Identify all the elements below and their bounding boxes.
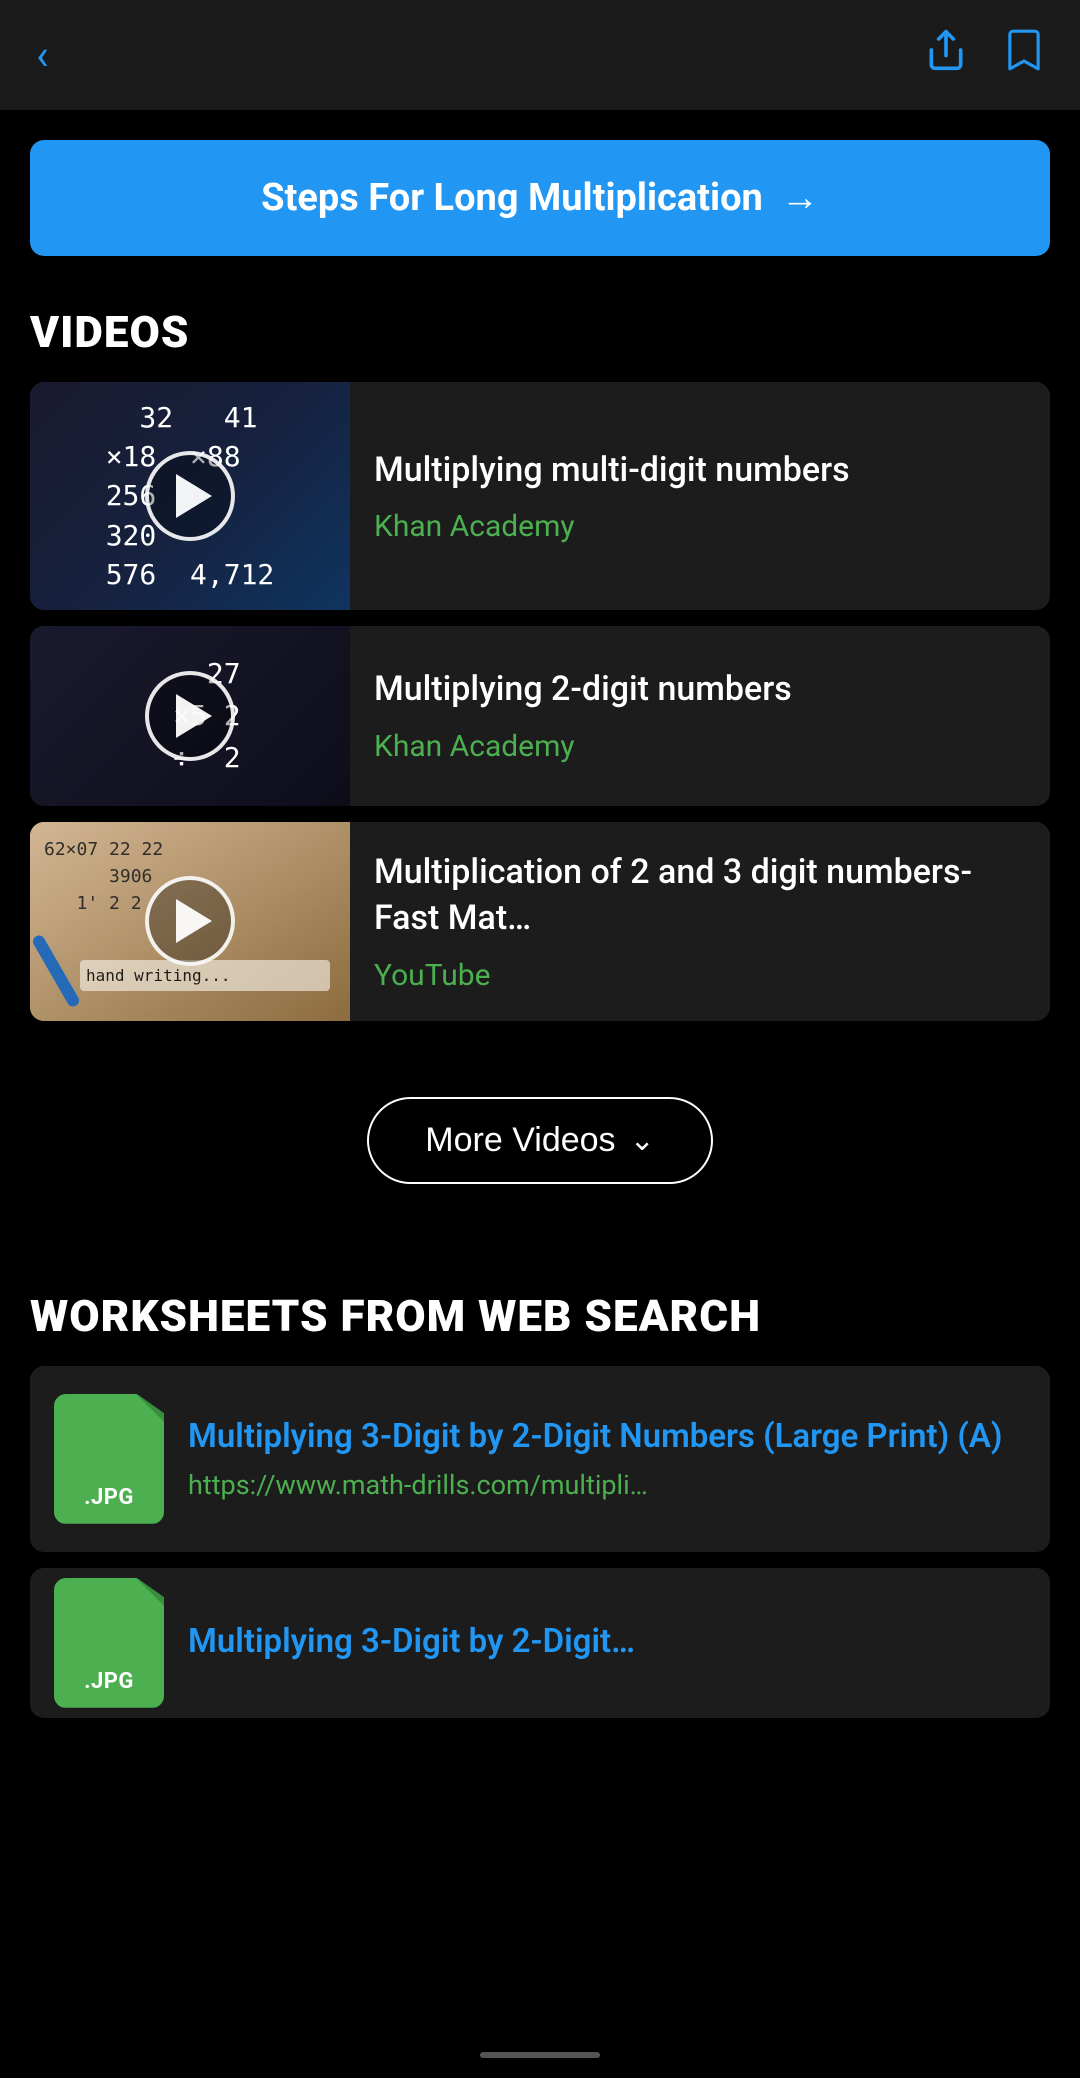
more-videos-label: More Videos [425, 1121, 615, 1160]
video-thumbnail-1: 32 41 ×18 ×88 256 320 576 4,712 [30, 382, 350, 610]
worksheet-url-1: https://www.math-drills.com/multipli… [188, 1469, 1026, 1501]
worksheet-title-2: Multiplying 3-Digit by 2-Digit… [188, 1621, 1026, 1664]
worksheet-info-1: Multiplying 3-Digit by 2-Digit Numbers (… [188, 1416, 1026, 1501]
more-videos-button[interactable]: More Videos ⌄ [367, 1097, 712, 1184]
video-card-3[interactable]: 62×07 22 22 3906 1' 2 2 hand writing... … [30, 822, 1050, 1021]
cta-arrow: → [781, 176, 819, 220]
file-icon-1: .JPG [54, 1394, 164, 1524]
play-button-1[interactable] [145, 451, 235, 541]
top-bar: ‹ [0, 0, 1080, 110]
video-card-2[interactable]: 27 ×5 2 ÷ 2 Multiplying 2-digit numbers … [30, 626, 1050, 806]
worksheet-list: .JPG Multiplying 3-Digit by 2-Digit Numb… [0, 1366, 1080, 1718]
play-button-2[interactable] [145, 671, 235, 761]
play-button-3[interactable] [145, 876, 235, 966]
video-info-1: Multiplying multi-digit numbers Khan Aca… [350, 382, 1050, 610]
video-list: 32 41 ×18 ×88 256 320 576 4,712 Multiply… [0, 382, 1080, 1021]
videos-heading: VIDEOS [0, 256, 1080, 382]
bookmark-icon[interactable] [1004, 28, 1044, 83]
video-source-3: YouTube [374, 958, 1026, 993]
worksheet-card-2[interactable]: .JPG Multiplying 3-Digit by 2-Digit… [30, 1568, 1050, 1718]
worksheets-section: WORKSHEETS FROM WEB SEARCH .JPG Multiply… [0, 1240, 1080, 1718]
video-title-2: Multiplying 2-digit numbers [374, 667, 1026, 713]
file-icon-2: .JPG [54, 1578, 164, 1708]
worksheet-card-1[interactable]: .JPG Multiplying 3-Digit by 2-Digit Numb… [30, 1366, 1050, 1552]
worksheet-info-2: Multiplying 3-Digit by 2-Digit… [188, 1621, 1026, 1664]
video-source-2: Khan Academy [374, 729, 1026, 764]
video-title-1: Multiplying multi-digit numbers [374, 448, 1026, 494]
worksheet-title-1: Multiplying 3-Digit by 2-Digit Numbers (… [188, 1416, 1026, 1459]
back-button[interactable]: ‹ [36, 31, 49, 80]
bottom-indicator [480, 2052, 600, 2058]
share-icon[interactable] [924, 28, 968, 83]
top-bar-actions [924, 28, 1044, 83]
video-info-3: Multiplication of 2 and 3 digit numbers-… [350, 822, 1050, 1021]
file-ext-2: .JPG [84, 1669, 134, 1694]
video-source-1: Khan Academy [374, 509, 1026, 544]
video-card-1[interactable]: 32 41 ×18 ×88 256 320 576 4,712 Multiply… [30, 382, 1050, 610]
video-thumbnail-3: 62×07 22 22 3906 1' 2 2 hand writing... [30, 822, 350, 1021]
play-triangle-3 [176, 899, 212, 943]
chevron-down-icon: ⌄ [630, 1123, 655, 1158]
cta-button[interactable]: Steps For Long Multiplication → [30, 140, 1050, 256]
play-triangle-2 [176, 694, 212, 738]
play-triangle-1 [176, 474, 212, 518]
cta-label: Steps For Long Multiplication [261, 176, 763, 220]
video-title-3: Multiplication of 2 and 3 digit numbers-… [374, 850, 1026, 942]
file-ext-1: .JPG [84, 1485, 134, 1510]
video-info-2: Multiplying 2-digit numbers Khan Academy [350, 626, 1050, 806]
video-thumbnail-2: 27 ×5 2 ÷ 2 [30, 626, 350, 806]
worksheets-heading: WORKSHEETS FROM WEB SEARCH [0, 1240, 1080, 1366]
